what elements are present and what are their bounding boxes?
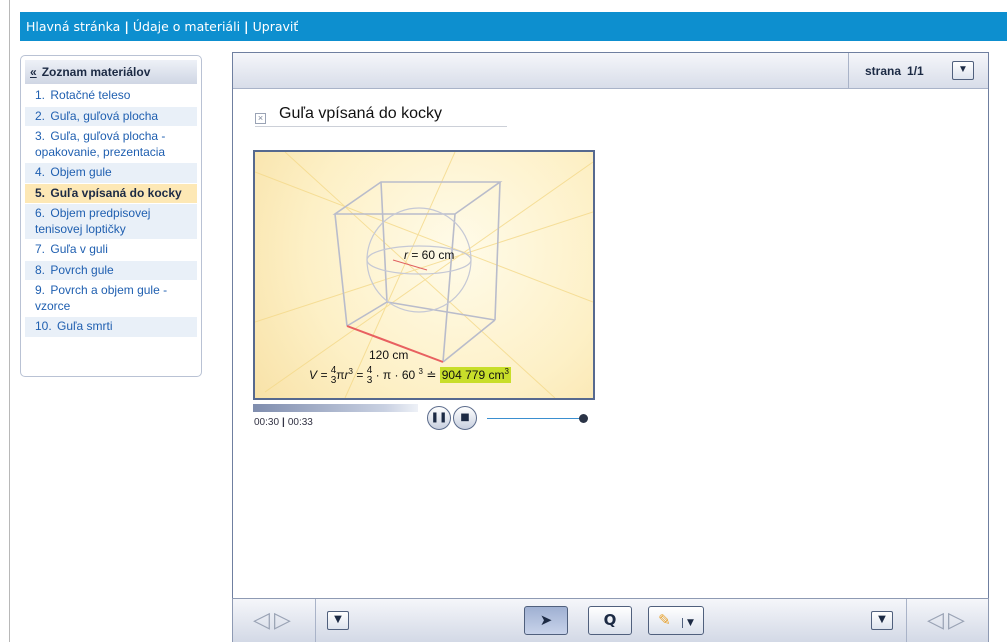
sidebar-item-5-active[interactable]: 5. Guľa vpísaná do kocky <box>25 183 197 203</box>
cube-wireframe <box>332 181 503 363</box>
fraction-4-3: 43 <box>330 365 337 386</box>
zoom-tool-button[interactable]: Q <box>588 606 632 635</box>
cursor-arrow-icon: ➤ <box>539 611 553 629</box>
sidebar-header: « Zoznam materiálov <box>25 60 197 84</box>
volume-result-value: 904 779 cm <box>441 368 505 383</box>
previous-page-icon[interactable]: ◁ <box>253 608 274 633</box>
item-number: 10. <box>35 319 52 333</box>
sidebar-title: Zoznam materiálov <box>41 65 151 79</box>
radius-value: = 60 cm <box>411 248 455 262</box>
toolbar-divider <box>315 599 316 642</box>
materials-sidebar: « Zoznam materiálov 1. Rotačné teleso 2. … <box>20 55 202 377</box>
volume-slider-track[interactable] <box>487 418 583 419</box>
sidebar-item-label: Povrch gule <box>50 262 114 277</box>
item-number: 5. <box>35 185 46 200</box>
page-label: strana <box>865 64 902 78</box>
page-indicator: strana 1/1 ▼ <box>848 53 988 89</box>
video-player-controls: 00:30 | 00:33 ❚❚ ■ <box>253 404 595 434</box>
sidebar-item-4[interactable]: 4. Objem gule <box>25 163 197 183</box>
chevron-down-icon: ▼ <box>334 614 342 625</box>
sidebar-item-1[interactable]: 1. Rotačné teleso <box>25 86 197 106</box>
sidebar-item-2[interactable]: 2. Guľa, guľová plocha <box>25 106 197 126</box>
page-nav-right: ◁▷ <box>907 599 989 642</box>
breadcrumb-separator: | <box>124 19 129 34</box>
sidebar-item-10[interactable]: 10. Guľa smrti <box>25 317 197 337</box>
next-page-icon[interactable]: ▷ <box>948 608 969 633</box>
sidebar-item-label: Guľa, guľová plocha <box>50 108 159 123</box>
previous-page-icon[interactable]: ◁ <box>927 608 948 633</box>
video-frame[interactable]: r = 60 cm 120 cm V = 4 3πr3 = 43 · π · 60… <box>253 150 595 400</box>
bottom-toolbar: ◁▷ ▼ ➤ Q ✎ ▼ ▼ ◁▷ <box>232 598 989 642</box>
left-dropdown-button[interactable]: ▼ <box>327 611 349 630</box>
chevron-down-icon: ▼ <box>878 614 886 625</box>
volume-formula: V = 4 3πr3 = 43 · π · 60 3 ≐ 904 779 cm3 <box>309 365 511 386</box>
item-number: 7. <box>35 242 46 256</box>
item-number: 3. <box>35 129 46 143</box>
fraction-4-3: 43 <box>366 365 373 386</box>
sidebar-item-label: Guľa vpísaná do kocky <box>50 185 182 200</box>
sidebar-item-9[interactable]: 9. Povrch a objem gule - vzorce <box>25 281 197 316</box>
sidebar-item-7[interactable]: 7. Guľa v guli <box>25 240 197 260</box>
item-number: 9. <box>35 283 46 297</box>
breadcrumb-details-link[interactable]: Údaje o materiáli <box>133 19 240 34</box>
pointer-tool-button[interactable]: ➤ <box>524 606 568 635</box>
item-number: 8. <box>35 262 46 277</box>
time-total: 00:33 <box>287 417 313 428</box>
sidebar-item-6[interactable]: 6. Objem predpisovej tenisovej loptičky <box>25 204 197 239</box>
sidebar-item-label: Objem gule <box>50 165 112 179</box>
time-current: 00:30 <box>254 417 280 428</box>
content-header-bar: strana 1/1 ▼ <box>233 53 988 89</box>
next-page-icon[interactable]: ▷ <box>274 608 295 633</box>
pause-button[interactable]: ❚❚ <box>427 406 451 430</box>
volume-result: 904 779 cm3 <box>439 367 511 384</box>
chevron-down-icon[interactable]: ▼ <box>681 618 694 628</box>
seek-bar[interactable] <box>253 404 418 412</box>
item-number: 2. <box>35 108 46 123</box>
left-border-rule <box>9 0 10 642</box>
item-number: 4. <box>35 165 46 179</box>
page-dropdown-button[interactable]: ▼ <box>952 61 974 80</box>
document-title: × Guľa vpísaná do kocky <box>255 105 507 127</box>
sidebar-item-label: Guľa, guľová plocha - opakovanie, prezen… <box>35 129 166 159</box>
time-separator: | <box>282 417 285 428</box>
item-number: 1. <box>35 88 46 102</box>
time-display: 00:30 | 00:33 <box>254 417 313 428</box>
chevron-down-icon: ▼ <box>958 64 968 75</box>
sidebar-item-label: Rotačné teleso <box>50 88 131 102</box>
stop-button[interactable]: ■ <box>453 406 477 430</box>
item-number: 6. <box>35 206 46 220</box>
radius-variable: r <box>404 248 408 262</box>
close-icon[interactable]: × <box>255 113 266 124</box>
breadcrumb-edit-link[interactable]: Upraviť <box>253 19 299 34</box>
sidebar-item-label: Objem predpisovej tenisovej loptičky <box>35 206 151 236</box>
search-icon: Q <box>603 611 617 629</box>
materials-list: 1. Rotačné teleso 2. Guľa, guľová plocha… <box>25 86 197 337</box>
pause-icon: ❚❚ <box>430 412 448 423</box>
page-value: 1/1 <box>907 64 924 78</box>
stop-icon: ■ <box>460 412 470 423</box>
sidebar-item-label: Guľa v guli <box>50 242 108 256</box>
sidebar-item-3[interactable]: 3. Guľa, guľová plocha - opakovanie, pre… <box>25 127 197 162</box>
right-dropdown-button[interactable]: ▼ <box>871 611 893 630</box>
sidebar-item-8[interactable]: 8. Povrch gule <box>25 260 197 280</box>
collapse-sidebar-button[interactable]: « <box>30 65 37 79</box>
page-nav-left: ◁▷ <box>233 599 315 642</box>
volume-slider-handle[interactable] <box>579 414 588 423</box>
breadcrumb-separator: | <box>244 19 249 34</box>
sidebar-item-label: Povrch a objem gule - vzorce <box>35 283 168 313</box>
highlighter-tool-button[interactable]: ✎ ▼ <box>648 606 704 635</box>
formula-lhs: V = <box>309 368 328 383</box>
edge-label: 120 cm <box>369 348 409 362</box>
background-rays <box>255 152 593 398</box>
content-frame: strana 1/1 ▼ × Guľa vpísaná do kocky r =… <box>232 52 989 642</box>
sphere-in-cube-illustration <box>255 152 593 398</box>
sidebar-item-label: Guľa smrti <box>57 319 113 333</box>
radius-label: r = 60 cm <box>404 248 454 262</box>
breadcrumb: Hlavná stránka | Údaje o materiáli | Upraviť <box>20 12 1007 41</box>
document-title-text: Guľa vpísaná do kocky <box>279 105 442 122</box>
highlighter-icon: ✎ <box>658 611 671 629</box>
breadcrumb-home-link[interactable]: Hlavná stránka <box>26 19 120 34</box>
